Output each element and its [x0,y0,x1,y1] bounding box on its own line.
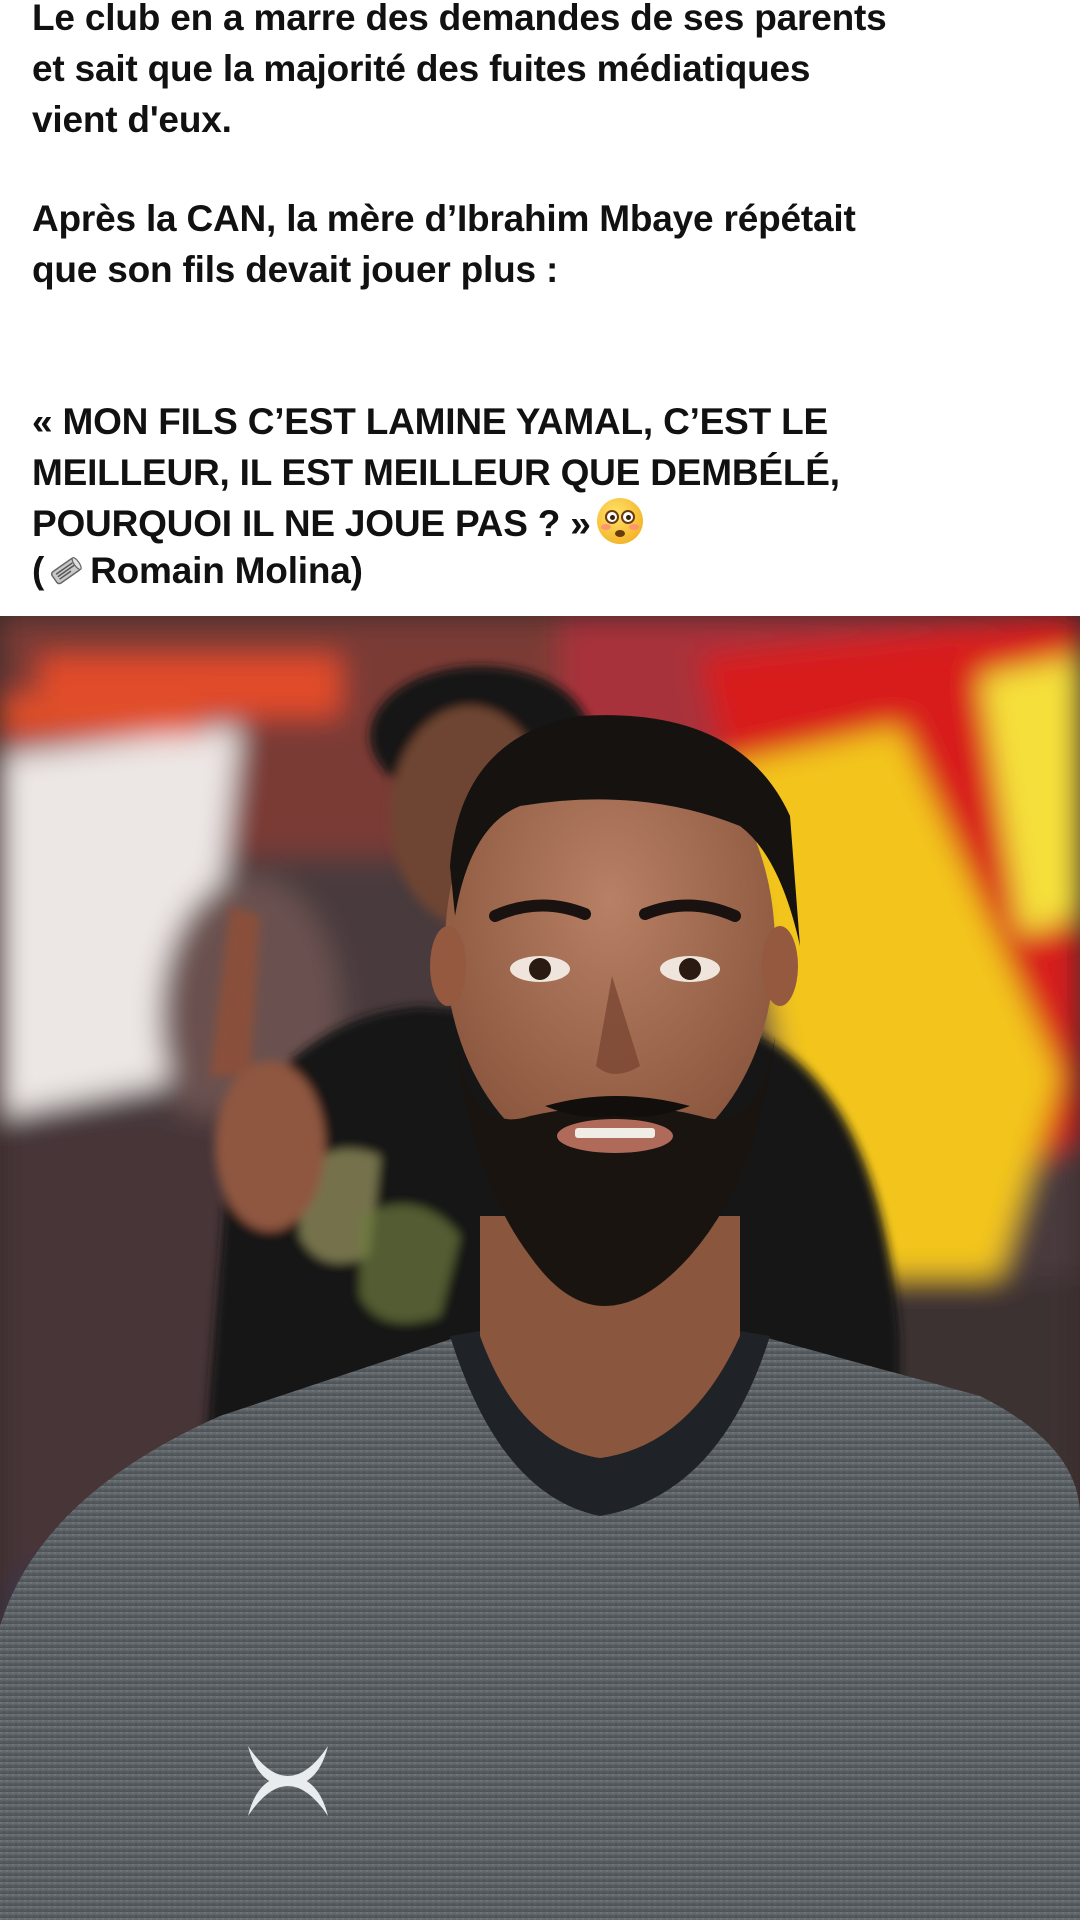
post-photo [0,616,1080,1920]
rolled-newspaper-icon [51,556,82,584]
source-name: Romain Molina) [90,550,363,591]
source-open-paren: ( [32,550,45,591]
post-source: ( Romain Molina) [32,545,1052,596]
post-quote: « MON FILS C’EST LAMINE YAMAL, C’EST LE … [32,345,1052,549]
post-text-panel: Le club en a marre des demandes de ses p… [0,0,1080,616]
flushed-face-emoji-icon [596,498,643,544]
post-paragraph-1: Le club en a marre des demandes de ses p… [32,0,887,140]
photo-illustration [0,616,1080,1920]
quote-text: « MON FILS C’EST LAMINE YAMAL, C’EST LE … [32,401,840,544]
post-paragraph-2: Après la CAN, la mère d’Ibrahim Mbaye ré… [32,198,856,290]
